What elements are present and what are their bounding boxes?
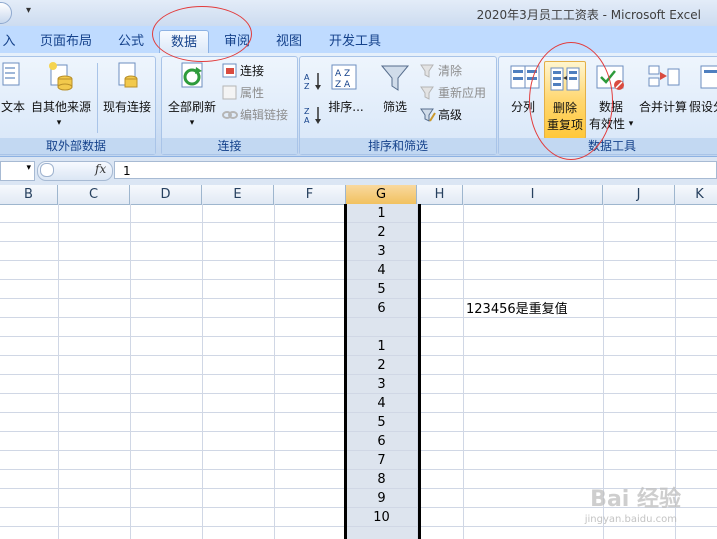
sort-button[interactable]: 排序... bbox=[326, 99, 366, 115]
insert-function-icon[interactable]: fx bbox=[95, 162, 106, 176]
group-label: 排序和筛选 bbox=[300, 138, 496, 154]
refresh-all-icon bbox=[181, 62, 203, 88]
cell-g17[interactable]: 10 bbox=[346, 508, 417, 527]
watermark-url: jingyan.baidu.com bbox=[584, 514, 677, 525]
watermark-logo: Bai 经验 bbox=[590, 487, 681, 512]
function-knob-icon[interactable] bbox=[40, 163, 54, 177]
properties-icon bbox=[222, 85, 237, 100]
column-header-i[interactable]: I bbox=[463, 185, 603, 204]
group-label: 取外部数据 bbox=[0, 138, 155, 154]
database-icon bbox=[49, 62, 73, 91]
consolidate-icon bbox=[648, 65, 680, 87]
cell-g11[interactable]: 4 bbox=[346, 394, 417, 413]
svg-text:A Z: A Z bbox=[335, 69, 350, 79]
name-box[interactable]: ▾ bbox=[0, 161, 35, 181]
clear-filter-icon bbox=[420, 64, 434, 78]
cell-g10[interactable]: 3 bbox=[346, 375, 417, 394]
svg-text:Z: Z bbox=[304, 82, 310, 91]
filter-button[interactable]: 筛选 bbox=[378, 99, 412, 115]
properties-button[interactable]: 属性 bbox=[240, 85, 264, 101]
cell-g15[interactable]: 8 bbox=[346, 470, 417, 489]
cell-g13[interactable]: 6 bbox=[346, 432, 417, 451]
cell-g16[interactable]: 9 bbox=[346, 489, 417, 508]
from-text-button[interactable]: 文本 bbox=[0, 99, 27, 115]
consolidate-button[interactable]: 合并计算 bbox=[637, 99, 689, 115]
group-label: 连接 bbox=[162, 138, 297, 154]
what-if-analysis-icon bbox=[700, 65, 717, 89]
column-header-f[interactable]: F bbox=[274, 185, 346, 204]
what-if-analysis-button[interactable]: 假设分 bbox=[689, 99, 717, 115]
cell-g5[interactable]: 5 bbox=[346, 280, 417, 299]
formula-input[interactable]: 1 bbox=[114, 161, 717, 179]
group-get-external-data: 文本 自其他来源 ▾ 现有连接 取外部数据 bbox=[0, 56, 156, 155]
annotation-circle-remove-duplicates bbox=[529, 42, 613, 160]
note-cell-i6[interactable]: 123456是重复值 bbox=[466, 300, 568, 319]
column-header-c[interactable]: C bbox=[58, 185, 130, 204]
text-file-icon bbox=[2, 62, 20, 86]
dropdown-arrow-icon[interactable]: ▾ bbox=[627, 116, 635, 132]
advanced-filter-icon bbox=[420, 108, 436, 122]
dropdown-arrow-icon[interactable]: ▾ bbox=[51, 115, 67, 131]
clear-button[interactable]: 清除 bbox=[438, 63, 462, 79]
sort-dialog-icon: A Z Z A bbox=[331, 64, 357, 90]
edit-links-button[interactable]: 编辑链接 bbox=[240, 107, 288, 123]
annotation-circle-data-tab bbox=[152, 6, 252, 62]
from-other-sources-button[interactable]: 自其他来源 bbox=[29, 99, 93, 115]
formula-bar: ▾ fx 1 bbox=[0, 157, 717, 186]
ribbon-tab-bar: 入 页面布局 公式 数据 审阅 视图 开发工具 bbox=[0, 26, 717, 54]
svg-text:A: A bbox=[304, 116, 310, 125]
cell-g6[interactable]: 6 bbox=[346, 299, 417, 318]
svg-text:Z: Z bbox=[304, 107, 310, 116]
cell-g14[interactable]: 7 bbox=[346, 451, 417, 470]
connections-icon bbox=[222, 63, 237, 78]
title-bar: ▾ 2020年3月员工工资表 - Microsoft Excel bbox=[0, 0, 717, 26]
tab-developer[interactable]: 开发工具 bbox=[322, 30, 388, 53]
group-label: 数据工具 bbox=[499, 138, 717, 154]
edit-links-icon bbox=[222, 111, 238, 119]
column-header-b[interactable]: B bbox=[0, 185, 58, 204]
tab-page-layout[interactable]: 页面布局 bbox=[30, 30, 102, 53]
sort-descending-icon[interactable]: Z A bbox=[304, 105, 324, 125]
cell-g2[interactable]: 2 bbox=[346, 223, 417, 242]
connections-button[interactable]: 连接 bbox=[240, 63, 264, 79]
dropdown-arrow-icon[interactable]: ▾ bbox=[184, 115, 200, 131]
advanced-button[interactable]: 高级 bbox=[438, 107, 462, 123]
column-header-j[interactable]: J bbox=[603, 185, 675, 204]
filter-funnel-icon bbox=[380, 65, 410, 91]
cell-g7[interactable] bbox=[346, 318, 417, 337]
reapply-button[interactable]: 重新应用 bbox=[438, 85, 486, 101]
group-connections: 全部刷新 ▾ 连接 属性 编辑链接 连接 bbox=[161, 56, 298, 155]
name-box-dropdown-icon[interactable]: ▾ bbox=[26, 163, 31, 173]
svg-text:A: A bbox=[304, 73, 310, 82]
reapply-icon bbox=[420, 86, 434, 100]
cell-g12[interactable]: 5 bbox=[346, 413, 417, 432]
cell-g8[interactable]: 1 bbox=[346, 337, 417, 356]
window-title: 2020年3月员工工资表 - Microsoft Excel bbox=[476, 8, 701, 22]
cell-g3[interactable]: 3 bbox=[346, 242, 417, 261]
existing-connections-button[interactable]: 现有连接 bbox=[101, 99, 153, 115]
refresh-all-button[interactable]: 全部刷新 bbox=[164, 99, 220, 115]
separator bbox=[97, 63, 98, 133]
column-header-g[interactable]: G bbox=[346, 185, 417, 204]
tab-insert[interactable]: 入 bbox=[0, 30, 18, 53]
column-header-k[interactable]: K bbox=[675, 185, 717, 204]
cell-g1[interactable]: 1 bbox=[346, 204, 417, 223]
cell-g9[interactable]: 2 bbox=[346, 356, 417, 375]
column-header-e[interactable]: E bbox=[202, 185, 274, 204]
column-headers: B C D E F G H I J K bbox=[0, 185, 717, 205]
column-header-d[interactable]: D bbox=[130, 185, 202, 204]
existing-connections-icon bbox=[118, 62, 138, 88]
sort-ascending-icon[interactable]: A Z bbox=[304, 71, 324, 91]
tab-view[interactable]: 视图 bbox=[268, 30, 310, 53]
svg-text:Z A: Z A bbox=[335, 80, 351, 90]
tab-formulas[interactable]: 公式 bbox=[110, 30, 152, 53]
cell-g4[interactable]: 4 bbox=[346, 261, 417, 280]
group-sort-filter: A Z Z A A Z Z A 排序... 筛选 清除 重新应用 高级 排序和筛… bbox=[299, 56, 497, 155]
column-header-h[interactable]: H bbox=[417, 185, 463, 204]
